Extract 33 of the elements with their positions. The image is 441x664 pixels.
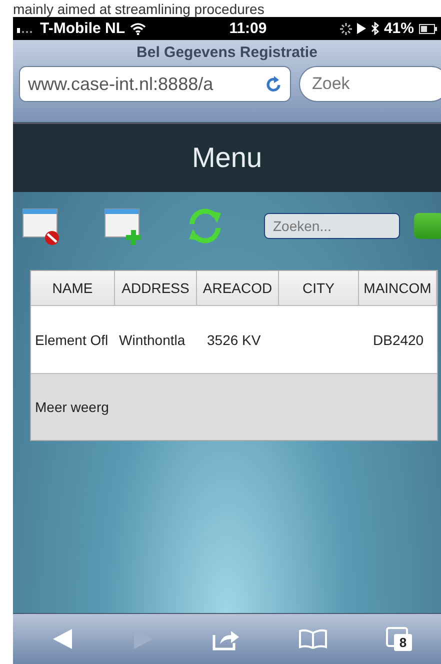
refresh-icon[interactable] bbox=[186, 207, 224, 245]
search-button[interactable] bbox=[414, 213, 441, 239]
table-row[interactable]: Element Ofl Winthontla 3526 KV DB2420 bbox=[31, 306, 437, 374]
column-header[interactable]: CITY bbox=[279, 271, 359, 305]
address-field[interactable]: www.case-int.nl:8888/a bbox=[19, 66, 291, 102]
column-header[interactable]: MAINCOM bbox=[359, 271, 437, 305]
wifi-icon bbox=[130, 22, 146, 34]
activity-icon bbox=[340, 22, 352, 34]
table-cell: Winthontla bbox=[119, 332, 186, 348]
play-icon bbox=[356, 23, 366, 34]
page-title: Bel Gegevens Registratie bbox=[136, 43, 318, 63]
column-header[interactable]: AREACOD bbox=[197, 271, 279, 305]
reload-icon[interactable] bbox=[266, 75, 282, 93]
battery-icon bbox=[418, 24, 437, 34]
more-text[interactable]: Meer weerg bbox=[35, 399, 109, 415]
carrier-text: T-Mobile NL bbox=[40, 20, 125, 37]
book-icon[interactable] bbox=[298, 629, 328, 649]
table-cell: DB2420 bbox=[373, 332, 424, 348]
menu-title: Menu bbox=[192, 142, 262, 174]
window-delete-icon[interactable] bbox=[22, 206, 62, 246]
window-add-icon[interactable] bbox=[104, 206, 144, 246]
column-header[interactable]: ADDRESS bbox=[115, 271, 197, 305]
back-icon[interactable] bbox=[52, 628, 74, 650]
column-header[interactable]: NAME bbox=[31, 271, 115, 305]
caption-text: mainly aimed at streamlining procedures bbox=[13, 1, 264, 17]
battery-text: 41% bbox=[384, 20, 414, 37]
table-cell: 3526 KV bbox=[207, 332, 261, 348]
search-field[interactable]: Zoeken... bbox=[264, 213, 400, 239]
clock-text: 11:09 bbox=[229, 20, 267, 37]
table-cell: Element Ofl bbox=[35, 332, 108, 348]
search-field[interactable]: Zoek bbox=[299, 66, 441, 102]
bluetooth-icon bbox=[370, 22, 379, 35]
more-row[interactable]: Meer weerg bbox=[31, 374, 437, 440]
